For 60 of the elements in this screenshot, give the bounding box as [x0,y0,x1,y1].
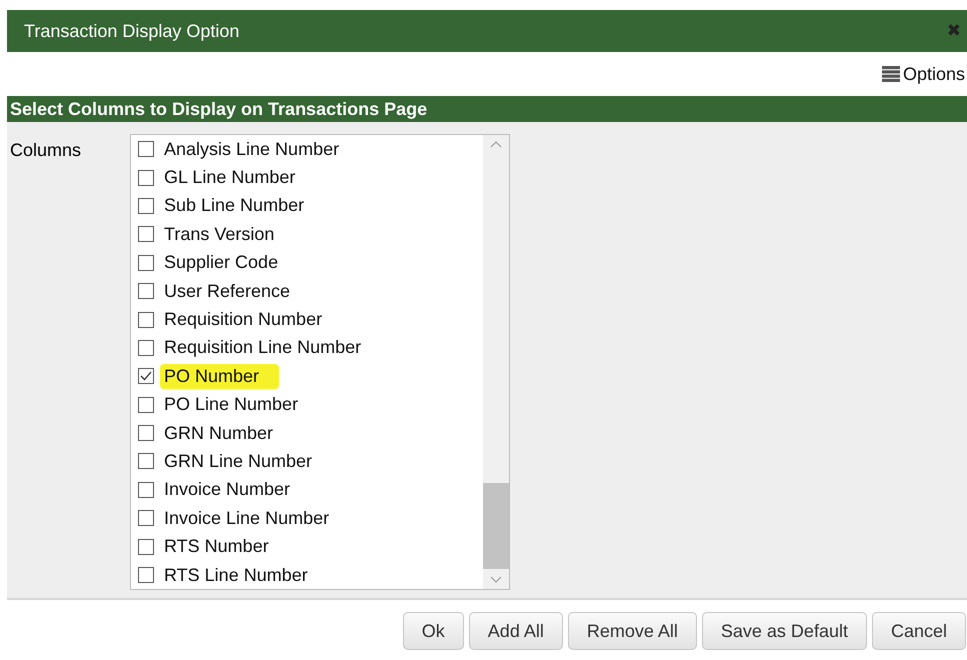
item-label: Requisition Number [164,309,322,330]
menu-icon [882,66,900,82]
list-item[interactable]: Supplier Code [131,248,483,277]
item-label: Supplier Code [164,252,278,274]
list-item[interactable]: Requisition Line Number [131,334,483,362]
list-item[interactable]: PO Line Number [131,390,483,419]
list-item[interactable]: Analysis Line Number [131,135,483,164]
item-label: PO Number [160,364,280,389]
checkbox[interactable] [138,312,154,328]
checkbox[interactable] [138,198,154,214]
list-item[interactable]: Requisition Number [131,305,483,334]
scrollbar[interactable] [483,135,509,589]
item-label: Trans Version [164,224,274,245]
list-item[interactable]: GRN Line Number [131,447,483,476]
checkbox[interactable] [138,482,154,498]
checkbox[interactable] [138,510,154,526]
list-item[interactable]: RTS Line Number [131,560,483,590]
dialog-button[interactable]: Save as Default [702,612,867,650]
checkbox[interactable] [138,340,154,356]
item-label: RTS Number [164,536,269,558]
dialog-button[interactable]: Remove All [568,612,697,650]
list-item[interactable]: Invoice Number [131,476,483,504]
item-label: Invoice Number [164,479,290,500]
list-item[interactable]: User Reference [131,276,483,306]
list-item[interactable]: Sub Line Number [131,192,483,220]
dialog-button[interactable]: Cancel [872,612,966,650]
checkbox[interactable] [138,567,154,584]
list-item[interactable]: PO Number [131,362,483,391]
section-title: Select Columns to Display on Transactions Page [10,98,428,120]
checkbox[interactable] [138,368,154,384]
checkbox[interactable] [138,254,154,271]
item-label: Analysis Line Number [164,138,340,160]
item-label: GRN Number [164,422,274,444]
checkbox[interactable] [138,170,154,186]
item-label: Requisition Line Number [164,337,362,358]
item-label: PO Line Number [164,394,298,416]
field-label: Columns [9,139,82,162]
item-label: GL Line Number [164,167,296,188]
scrollbar-thumb[interactable] [483,483,509,569]
list-item[interactable]: GL Line Number [131,163,483,192]
dialog-button[interactable]: Ok [402,612,464,650]
item-label: Sub Line Number [164,195,304,216]
window-title: Transaction Display Option [24,20,240,42]
checkbox[interactable] [138,141,154,158]
list-item[interactable]: RTS Number [131,532,483,561]
checkbox[interactable] [138,453,154,470]
checkbox[interactable] [138,396,154,413]
item-label: GRN Line Number [164,450,312,472]
item-label: User Reference [164,280,290,302]
checkbox[interactable] [138,283,154,300]
list-item[interactable]: GRN Number [131,418,483,448]
checkbox[interactable] [138,226,154,242]
item-label: Invoice Line Number [164,508,330,529]
dialog-button[interactable]: Add All [468,612,563,650]
checkbox[interactable] [138,425,154,442]
item-label: RTS Line Number [164,564,308,586]
options-button[interactable]: Options [882,64,967,84]
list-item[interactable]: Trans Version [131,220,483,249]
list-item[interactable]: Invoice Line Number [131,504,483,532]
checkbox[interactable] [138,538,154,555]
